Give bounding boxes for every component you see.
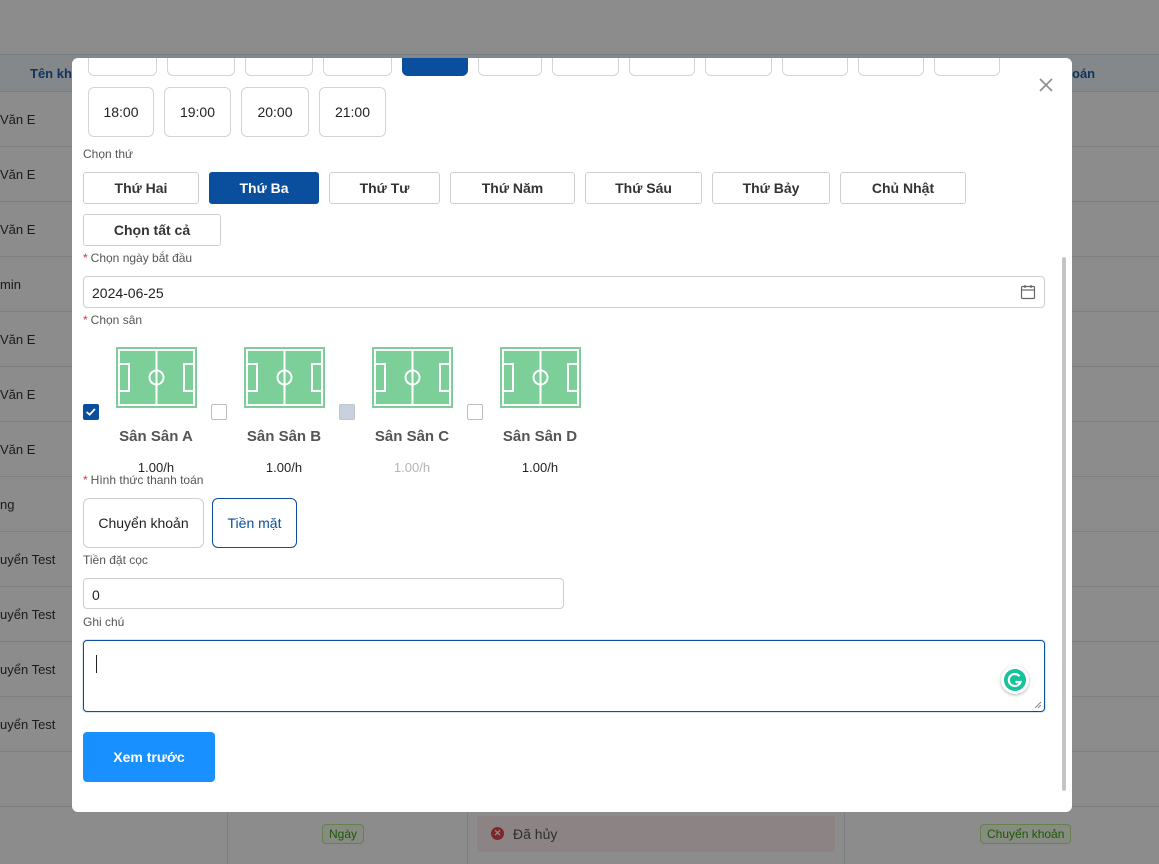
court-name: Sân Sân A	[119, 428, 193, 445]
football-field-icon	[116, 347, 197, 408]
court-option-c: Sân Sân C 1.00/h	[339, 347, 453, 482]
start-date-label: * Chọn ngày bắt đầu	[83, 251, 193, 265]
time-slot-button[interactable]: 20:00	[241, 87, 309, 137]
booking-modal: 18:00 19:00 20:00 21:00 Chọn thứ Thứ Hai…	[72, 58, 1072, 812]
time-slot-button[interactable]	[782, 58, 848, 76]
time-slot-button[interactable]	[478, 58, 542, 76]
payment-cash-button[interactable]: Tiền mặt	[212, 498, 297, 548]
court-label: * Chọn sân	[83, 313, 143, 327]
time-slot-button[interactable]	[167, 58, 235, 76]
time-slot-button[interactable]	[629, 58, 695, 76]
time-slot-button[interactable]	[245, 58, 313, 76]
day-button-monday[interactable]: Thứ Hai	[83, 172, 199, 204]
court-name: Sân Sân C	[374, 428, 450, 445]
note-label: Ghi chú	[83, 615, 125, 629]
close-icon[interactable]	[1035, 74, 1057, 96]
time-slot-button[interactable]	[934, 58, 1000, 76]
court-price: 1.00/h	[521, 460, 559, 475]
preview-button[interactable]: Xem trước	[83, 732, 215, 782]
court-price: 1.00/h	[265, 460, 303, 475]
day-button-tuesday[interactable]: Thứ Ba	[209, 172, 319, 204]
court-checkbox-disabled	[339, 404, 355, 420]
resize-handle-icon[interactable]	[1034, 701, 1042, 709]
court-checkbox[interactable]	[467, 404, 483, 420]
day-button-saturday[interactable]: Thứ Bảy	[712, 172, 830, 204]
note-textarea[interactable]	[83, 640, 1045, 712]
time-slot-button[interactable]: 18:00	[88, 87, 154, 137]
football-field-icon	[372, 347, 453, 408]
day-button-friday[interactable]: Thứ Sáu	[585, 172, 702, 204]
calendar-icon[interactable]	[1020, 284, 1036, 300]
payment-method-label: * Hình thức thanh toán	[83, 473, 204, 487]
court-checkbox[interactable]	[83, 404, 99, 420]
days-label: Chọn thứ	[83, 147, 134, 161]
modal-scrollbar[interactable]	[1062, 257, 1066, 791]
deposit-label: Tiền đặt cọc	[83, 553, 148, 567]
court-name: Sân Sân B	[246, 428, 322, 445]
deposit-input[interactable]: 0	[83, 578, 564, 609]
time-slot-button[interactable]	[705, 58, 772, 76]
select-all-days-button[interactable]: Chọn tất cả	[83, 214, 221, 246]
court-checkbox[interactable]	[211, 404, 227, 420]
time-slot-button[interactable]	[858, 58, 924, 76]
court-option-b[interactable]: Sân Sân B 1.00/h	[211, 347, 325, 482]
day-button-sunday[interactable]: Chủ Nhật	[840, 172, 966, 204]
court-name: Sân Sân D	[502, 428, 578, 445]
payment-transfer-button[interactable]: Chuyển khoản	[83, 498, 204, 548]
time-slot-button-selected[interactable]	[402, 58, 468, 76]
football-field-icon	[500, 347, 581, 408]
start-date-picker[interactable]: 2024-06-25	[83, 276, 1045, 308]
day-button-thursday[interactable]: Thứ Năm	[450, 172, 575, 204]
deposit-value: 0	[92, 587, 100, 603]
court-option-d[interactable]: Sân Sân D 1.00/h	[467, 347, 581, 482]
grammarly-icon[interactable]	[1001, 666, 1029, 694]
text-caret	[96, 655, 97, 673]
time-slot-button[interactable]: 21:00	[319, 87, 386, 137]
start-date-value: 2024-06-25	[92, 285, 164, 301]
time-slot-button[interactable]	[552, 58, 619, 76]
football-field-icon	[244, 347, 325, 408]
court-option-a[interactable]: Sân Sân A 1.00/h	[83, 347, 197, 482]
time-slot-button[interactable]	[323, 58, 392, 76]
court-price: 1.00/h	[393, 460, 431, 475]
time-slot-button[interactable]: 19:00	[164, 87, 231, 137]
time-slot-button[interactable]	[88, 58, 157, 76]
day-button-wednesday[interactable]: Thứ Tư	[329, 172, 440, 204]
